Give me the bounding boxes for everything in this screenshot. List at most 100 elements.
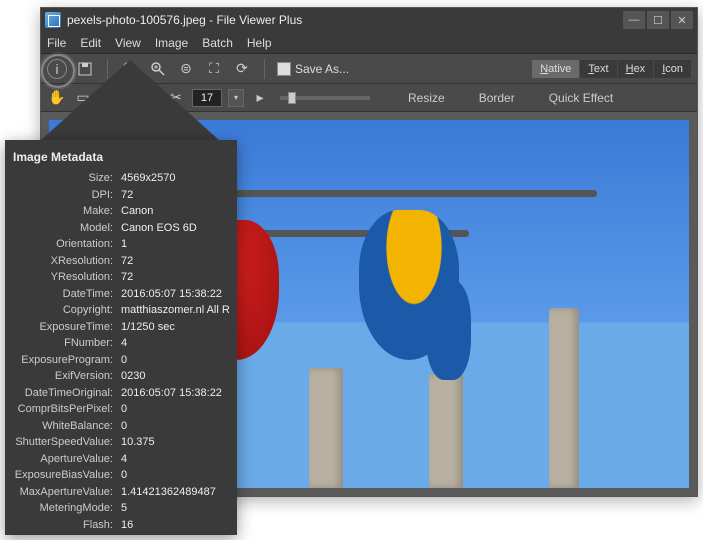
metadata-row: WhiteBalance:0	[13, 418, 229, 435]
quick-effect-button[interactable]: Quick Effect	[549, 91, 613, 105]
metadata-value: 72	[121, 253, 229, 270]
tab-icon[interactable]: Icon	[654, 60, 691, 78]
metadata-row: Copyright:matthiaszomer.nl All Rights Re…	[13, 302, 229, 319]
metadata-value: 0	[121, 401, 229, 418]
metadata-row: Make:Canon	[13, 203, 229, 220]
save-as-label: Save As...	[295, 62, 349, 76]
metadata-value: 2016:05:07 15:38:22	[121, 385, 229, 402]
metadata-row: XResolution:72	[13, 253, 229, 270]
metadata-value: 10.375	[121, 434, 229, 451]
info-button-highlight	[41, 54, 75, 88]
metadata-row: FocalLength:50	[13, 533, 229, 535]
metadata-value: 0	[121, 467, 229, 484]
metadata-key: DateTimeOriginal:	[13, 385, 121, 402]
metadata-key: ExposureProgram:	[13, 352, 121, 369]
metadata-value: 16	[121, 517, 229, 534]
maximize-button[interactable]: ☐	[647, 11, 669, 29]
tab-hex[interactable]: Hex	[618, 60, 654, 78]
metadata-key: DPI:	[13, 187, 121, 204]
metadata-value: 4569x2570	[121, 170, 229, 187]
metadata-row: DateTimeOriginal:2016:05:07 15:38:22	[13, 385, 229, 402]
metadata-value: 0230	[121, 368, 229, 385]
slider-thumb[interactable]	[288, 92, 296, 104]
metadata-key: ComprBitsPerPixel:	[13, 401, 121, 418]
metadata-value: 50	[121, 533, 229, 535]
metadata-panel: Image Metadata Size:4569x2570DPI:72Make:…	[5, 140, 237, 535]
refresh-icon[interactable]: ⟳	[232, 59, 252, 79]
metadata-key: Make:	[13, 203, 121, 220]
border-button[interactable]: Border	[479, 91, 515, 105]
metadata-row: ExposureTime:1/1250 sec	[13, 319, 229, 336]
minimize-button[interactable]: —	[623, 11, 645, 29]
metadata-row: ExposureBiasValue:0	[13, 467, 229, 484]
metadata-key: Flash:	[13, 517, 121, 534]
metadata-key: FocalLength:	[13, 533, 121, 535]
metadata-row: ShutterSpeedValue:10.375	[13, 434, 229, 451]
metadata-key: WhiteBalance:	[13, 418, 121, 435]
metadata-key: YResolution:	[13, 269, 121, 286]
window-title: pexels-photo-100576.jpeg - File Viewer P…	[67, 13, 623, 27]
separator	[264, 59, 265, 79]
menu-view[interactable]: View	[115, 36, 141, 50]
app-icon	[45, 12, 61, 28]
menu-batch[interactable]: Batch	[202, 36, 233, 50]
metadata-key: MeteringMode:	[13, 500, 121, 517]
menu-help[interactable]: Help	[247, 36, 272, 50]
menubar: File Edit View Image Batch Help	[41, 32, 697, 54]
metadata-row: Orientation:1	[13, 236, 229, 253]
metadata-value: 1	[121, 236, 229, 253]
crop-stepper[interactable]: ▾	[228, 89, 244, 107]
metadata-key: Model:	[13, 220, 121, 237]
menu-file[interactable]: File	[47, 36, 66, 50]
metadata-value: 72	[121, 269, 229, 286]
metadata-value: 4	[121, 451, 229, 468]
save-as-button[interactable]: Save As...	[277, 62, 349, 76]
metadata-row: Flash:16	[13, 517, 229, 534]
metadata-key: ShutterSpeedValue:	[13, 434, 121, 451]
metadata-row: DateTime:2016:05:07 15:38:22	[13, 286, 229, 303]
metadata-value: Canon	[121, 203, 229, 220]
metadata-key: ExifVersion:	[13, 368, 121, 385]
metadata-value: 4	[121, 335, 229, 352]
metadata-row: ExifVersion:0230	[13, 368, 229, 385]
zoom-slider[interactable]	[280, 96, 370, 100]
metadata-row: MeteringMode:5	[13, 500, 229, 517]
metadata-value: 5	[121, 500, 229, 517]
metadata-row: Model:Canon EOS 6D	[13, 220, 229, 237]
metadata-key: Orientation:	[13, 236, 121, 253]
metadata-row: ExposureProgram:0	[13, 352, 229, 369]
metadata-key: Size:	[13, 170, 121, 187]
metadata-list: Size:4569x2570DPI:72Make:CanonModel:Cano…	[13, 170, 229, 535]
menu-image[interactable]: Image	[155, 36, 188, 50]
slider-min-icon: ▸	[250, 88, 270, 108]
metadata-key: MaxApertureValue:	[13, 484, 121, 501]
tab-text[interactable]: Text	[580, 60, 616, 78]
tab-native[interactable]: Native	[532, 60, 579, 78]
metadata-value: 2016:05:07 15:38:22	[121, 286, 229, 303]
metadata-row: ComprBitsPerPixel:0	[13, 401, 229, 418]
view-mode-tabs: Native Text Hex Icon	[532, 60, 691, 78]
metadata-value: 0	[121, 418, 229, 435]
metadata-row: MaxApertureValue:1.41421362489487	[13, 484, 229, 501]
metadata-row: FNumber:4	[13, 335, 229, 352]
close-button[interactable]: ✕	[671, 11, 693, 29]
metadata-key: ExposureBiasValue:	[13, 467, 121, 484]
metadata-key: ApertureValue:	[13, 451, 121, 468]
window-controls: — ☐ ✕	[623, 11, 693, 29]
metadata-value: 1/1250 sec	[121, 319, 229, 336]
metadata-value: matthiaszomer.nl All Rights Res	[121, 302, 229, 319]
metadata-value: 72	[121, 187, 229, 204]
resize-button[interactable]: Resize	[408, 91, 445, 105]
titlebar: pexels-photo-100576.jpeg - File Viewer P…	[41, 8, 697, 32]
metadata-value: 0	[121, 352, 229, 369]
metadata-row: ApertureValue:4	[13, 451, 229, 468]
menu-edit[interactable]: Edit	[80, 36, 101, 50]
metadata-key: DateTime:	[13, 286, 121, 303]
metadata-row: YResolution:72	[13, 269, 229, 286]
metadata-row: Size:4569x2570	[13, 170, 229, 187]
metadata-value: Canon EOS 6D	[121, 220, 229, 237]
metadata-key: ExposureTime:	[13, 319, 121, 336]
metadata-value: 1.41421362489487	[121, 484, 229, 501]
metadata-key: Copyright:	[13, 302, 121, 319]
disk-icon	[277, 62, 291, 76]
